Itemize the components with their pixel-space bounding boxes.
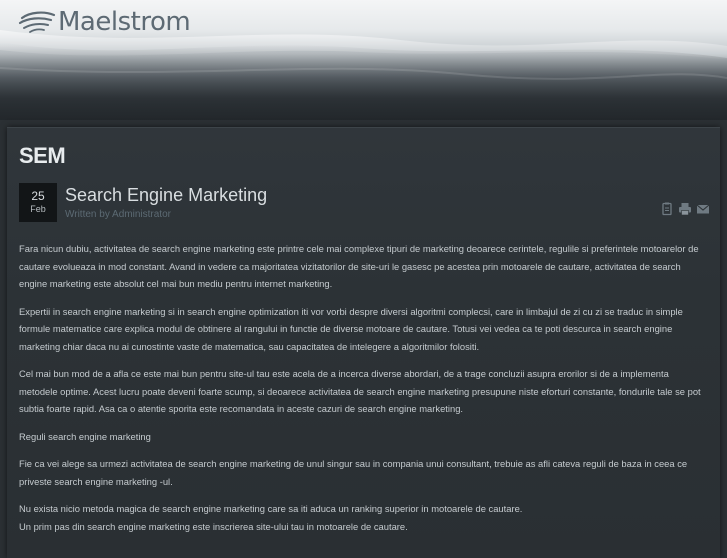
article-paragraph: Fara nicun dubiu, activitatea de search … — [19, 243, 699, 289]
article-paragraph: Un prim pas din search engine marketing … — [19, 520, 408, 532]
print-icon[interactable] — [678, 202, 692, 216]
article-title[interactable]: Search Engine Marketing — [65, 185, 267, 206]
article-author: Written by Administrator — [65, 209, 171, 220]
page-title: SEM — [19, 143, 66, 168]
article-paragraph: Fie ca vei alege sa urmezi activitatea d… — [19, 458, 688, 487]
site-logo[interactable]: Maelstrom — [18, 7, 191, 37]
article-paragraph: Nu exista nicio metoda magica de search … — [19, 503, 523, 514]
article-subheading: Reguli search engine marketing — [19, 430, 151, 442]
article-body: Fara nicun dubiu, activitatea de search … — [19, 240, 709, 545]
maelstrom-swirl-icon — [18, 11, 56, 33]
article-tools — [660, 202, 710, 216]
article-date-month: Feb — [30, 204, 46, 214]
article-date-badge: 25 Feb — [19, 183, 57, 222]
article-paragraph: Expertii in search engine marketing si i… — [19, 305, 683, 352]
site-brand-name: Maelstrom — [58, 7, 191, 37]
site-header: Maelstrom — [0, 0, 727, 120]
article-paragraph: Cel mai bun mod de a afla ce este mai bu… — [19, 368, 701, 414]
pdf-icon[interactable] — [660, 202, 674, 216]
article-date-day: 25 — [31, 189, 45, 203]
email-icon[interactable] — [696, 202, 710, 216]
